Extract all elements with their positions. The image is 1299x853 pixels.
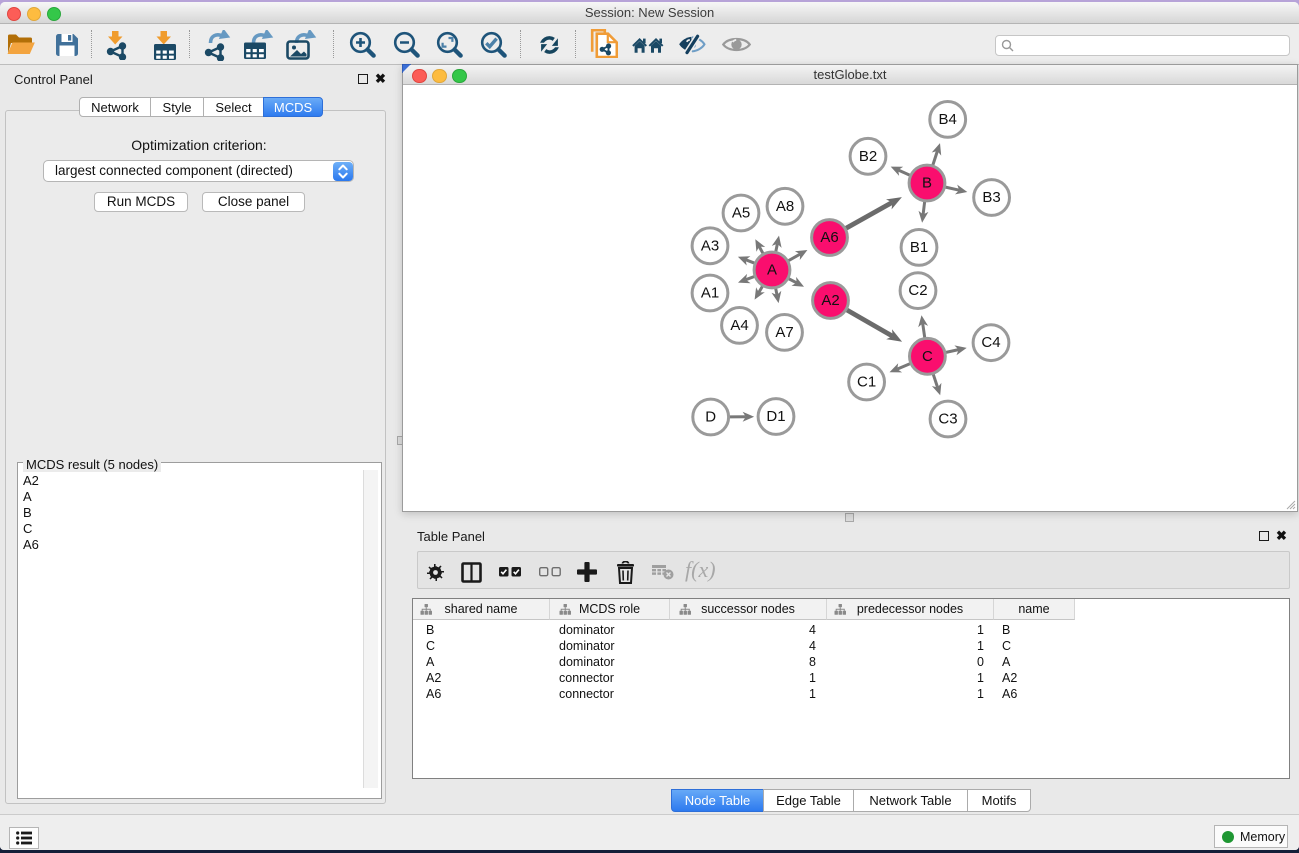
svg-text:C2: C2 (908, 282, 927, 299)
svg-text:A4: A4 (730, 317, 748, 334)
svg-text:B3: B3 (982, 189, 1000, 206)
svg-text:A2: A2 (821, 292, 839, 309)
svg-text:C4: C4 (981, 334, 1000, 351)
svg-text:C: C (922, 348, 933, 365)
svg-text:B2: B2 (859, 148, 877, 165)
svg-text:A6: A6 (820, 229, 838, 246)
svg-text:A8: A8 (776, 198, 794, 215)
svg-text:A5: A5 (732, 205, 750, 222)
svg-text:D: D (705, 409, 716, 426)
svg-text:A: A (767, 262, 777, 279)
svg-text:A1: A1 (701, 285, 719, 302)
svg-text:C3: C3 (938, 411, 957, 428)
svg-text:B1: B1 (910, 239, 928, 256)
svg-text:D1: D1 (766, 408, 785, 425)
svg-text:B4: B4 (939, 111, 957, 128)
svg-text:A3: A3 (701, 237, 719, 254)
svg-text:C1: C1 (857, 374, 876, 391)
svg-text:A7: A7 (775, 324, 793, 341)
svg-text:B: B (922, 175, 932, 192)
